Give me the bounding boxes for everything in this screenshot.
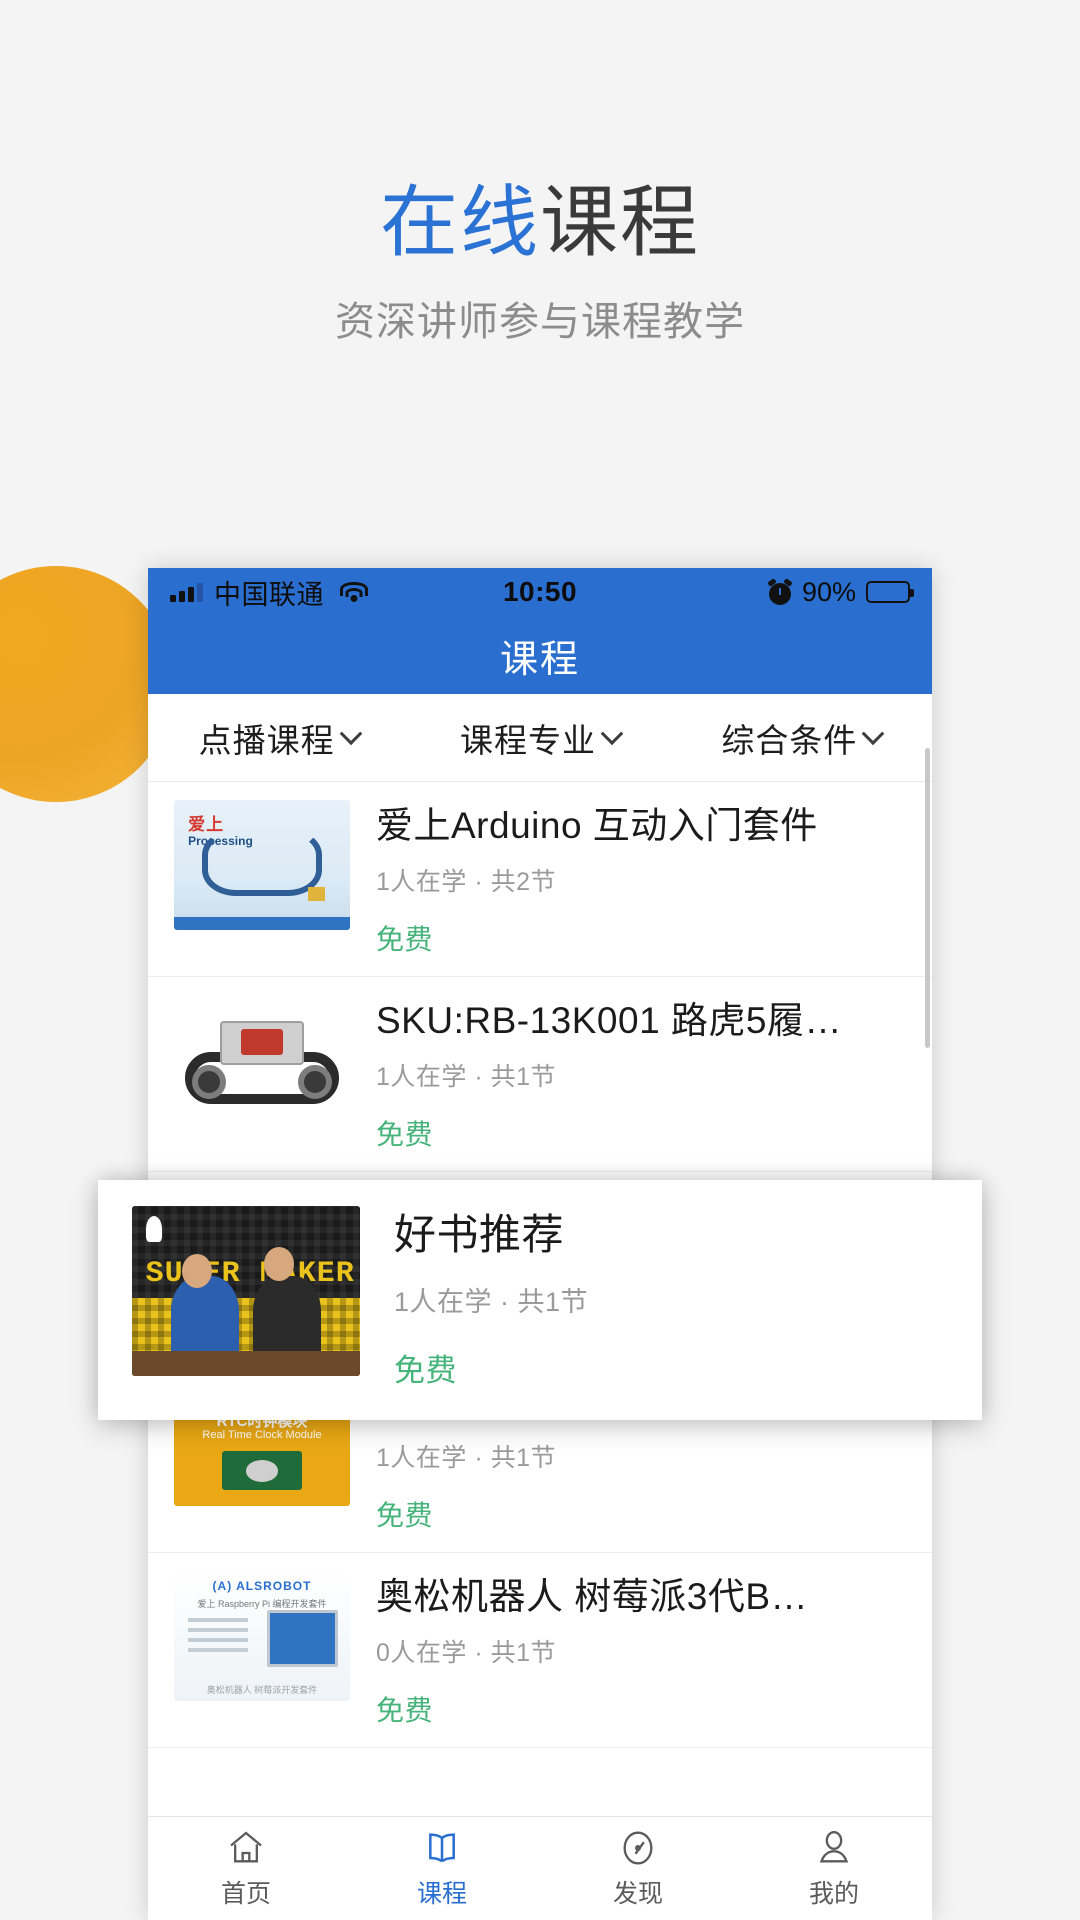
wifi-icon [339, 581, 369, 603]
course-list-item[interactable]: 爱上 Processing 爱上Arduino 互动入门套件 1人在学 · 共2… [148, 782, 932, 977]
course-thumbnail: 爱上 Processing [174, 800, 350, 930]
course-meta: 0人在学 · 共1节 [376, 1639, 557, 1667]
course-meta: 1人在学 · 共1节 [394, 1287, 589, 1317]
course-price: 免费 [376, 924, 434, 955]
tab-home[interactable]: 首页 [148, 1817, 344, 1920]
filter-label: 点播课程 [198, 721, 335, 759]
alarm-clock-icon [767, 578, 793, 605]
compass-icon [617, 1828, 659, 1868]
filter-bar: 点播课程 课程专业 综合条件 [148, 694, 932, 782]
course-list-item[interactable]: SKU:RB-13K001 路虎5履… 1人在学 · 共1节 免费 [148, 977, 932, 1172]
thumb-subheader: 爱上 Raspberry Pi 编程开发套件 [197, 1599, 327, 1609]
course-title: 好书推荐 [394, 1211, 565, 1258]
book-icon [421, 1828, 463, 1868]
page-title-rest: 课程 [540, 178, 701, 266]
course-thumbnail [174, 995, 350, 1125]
highlighted-course-card[interactable]: SUPER MAKER 好书推荐 1人在学 · 共1节 免费 [98, 1180, 982, 1420]
course-title: SKU:RB-13K001 路虎5履… [376, 1000, 843, 1041]
tab-label: 发现 [612, 1879, 663, 1908]
course-thumbnail: SUPER MAKER [132, 1206, 360, 1376]
course-info: 爱上Arduino 互动入门套件 1人在学 · 共2节 免费 [350, 800, 906, 958]
course-price: 免费 [394, 1353, 457, 1388]
person-icon [813, 1828, 855, 1868]
signal-bars-icon [170, 582, 203, 602]
page-title: 在线课程 [0, 172, 1080, 272]
course-info: 奥松机器人 树莓派3代B… 0人在学 · 共1节 免费 [350, 1571, 906, 1729]
tab-discover[interactable]: 发现 [540, 1817, 736, 1920]
tab-label: 我的 [808, 1879, 859, 1908]
bottom-tab-bar: 首页 课程 发现 我的 [148, 1816, 932, 1920]
chevron-down-icon [861, 721, 885, 745]
chevron-down-icon [339, 721, 362, 745]
course-info: SKU:RB-13K001 路虎5履… 1人在学 · 共1节 免费 [350, 995, 906, 1153]
course-title: 爱上Arduino 互动入门套件 [376, 805, 818, 846]
status-bar-left: 中国联通 [170, 573, 369, 612]
course-price: 免费 [376, 1695, 434, 1726]
tab-label: 首页 [220, 1879, 271, 1908]
carrier-label: 中国联通 [214, 579, 324, 610]
chevron-down-icon [600, 721, 624, 745]
course-title: 奥松机器人 树莓派3代B… [376, 1576, 809, 1617]
filter-course-major[interactable]: 课程专业 [409, 714, 670, 762]
course-info: 好书推荐 1人在学 · 共1节 免费 [360, 1206, 948, 1390]
status-bar-right: 90% [767, 576, 914, 608]
course-meta: 1人在学 · 共2节 [376, 868, 557, 896]
tab-courses[interactable]: 课程 [344, 1817, 540, 1920]
tab-label: 课程 [416, 1879, 467, 1908]
hero-section: 在线课程 资深讲师参与课程教学 [0, 172, 1080, 348]
filter-label: 课程专业 [459, 721, 596, 759]
navbar: 课程 [148, 616, 932, 694]
course-thumbnail: (A) ALSROBOT 爱上 Raspberry Pi 编程开发套件 奥松机器… [174, 1571, 350, 1701]
thumb-footer: 奥松机器人 树莓派开发套件 [206, 1684, 318, 1695]
filter-ondemand-course[interactable]: 点播课程 [148, 714, 409, 762]
status-bar: 中国联通 10:50 90% [148, 568, 932, 616]
course-meta: 1人在学 · 共1节 [376, 1444, 557, 1472]
thumb-text: SUPER MAKER [145, 1257, 355, 1291]
filter-comprehensive[interactable]: 综合条件 [671, 714, 932, 762]
course-list-item[interactable]: (A) ALSROBOT 爱上 Raspberry Pi 编程开发套件 奥松机器… [148, 1553, 932, 1748]
thumb-header: (A) ALSROBOT [212, 1578, 312, 1593]
scrollbar[interactable] [925, 748, 930, 1048]
course-price: 免费 [376, 1500, 434, 1531]
course-meta: 1人在学 · 共1节 [376, 1063, 557, 1091]
battery-percent-label: 90% [801, 576, 856, 607]
thumb-line-3: Real Time Clock Module [202, 1429, 322, 1442]
page-title-accent: 在线 [379, 178, 540, 266]
battery-icon [866, 581, 914, 603]
navbar-title: 课程 [499, 638, 580, 681]
tab-profile[interactable]: 我的 [736, 1817, 932, 1920]
page-subtitle: 资深讲师参与课程教学 [335, 300, 745, 344]
filter-label: 综合条件 [721, 721, 858, 759]
home-icon [225, 1828, 267, 1868]
course-price: 免费 [376, 1119, 434, 1150]
